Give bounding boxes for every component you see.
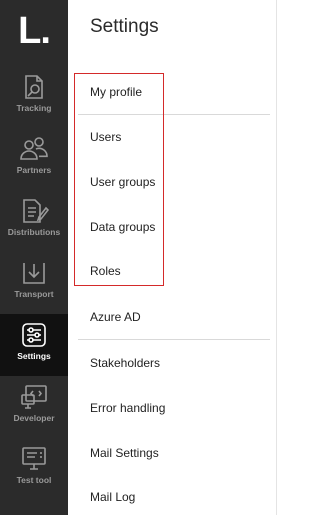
page-title: Settings bbox=[90, 16, 159, 37]
test-tool-icon bbox=[20, 445, 48, 473]
nav-item-transport[interactable]: Transport bbox=[0, 252, 68, 314]
menu-item-error-handling[interactable]: Error handling bbox=[90, 401, 165, 415]
menu-item-my-profile[interactable]: My profile bbox=[90, 85, 142, 99]
menu-item-azure-ad[interactable]: Azure AD bbox=[90, 310, 141, 324]
partners-icon bbox=[19, 135, 49, 163]
app-logo[interactable]: L. bbox=[0, 0, 68, 62]
nav-item-tracking[interactable]: Tracking bbox=[0, 66, 68, 128]
divider bbox=[78, 339, 270, 340]
settings-panel: Settings My profile Users User groups Da… bbox=[68, 0, 277, 515]
menu-item-mail-log[interactable]: Mail Log bbox=[90, 490, 135, 504]
nav-item-partners[interactable]: Partners bbox=[0, 128, 68, 190]
nav-label: Transport bbox=[14, 289, 54, 299]
nav-item-developer[interactable]: Developer bbox=[0, 376, 68, 438]
tracking-icon bbox=[20, 73, 48, 101]
menu-item-data-groups[interactable]: Data groups bbox=[90, 220, 155, 234]
transport-icon bbox=[20, 259, 48, 287]
menu-item-user-groups[interactable]: User groups bbox=[90, 175, 155, 189]
nav-label: Settings bbox=[17, 351, 51, 361]
nav-label: Test tool bbox=[16, 475, 52, 485]
nav-item-settings[interactable]: Settings bbox=[0, 314, 68, 376]
distributions-icon bbox=[19, 197, 49, 225]
nav-label: Partners bbox=[16, 165, 52, 175]
nav-item-distributions[interactable]: Distributions bbox=[0, 190, 68, 252]
navigation-rail: L. Tracking Partners Distributions Trans… bbox=[0, 0, 68, 515]
divider bbox=[78, 114, 270, 115]
menu-item-mail-settings[interactable]: Mail Settings bbox=[90, 446, 159, 460]
nav-label: Tracking bbox=[16, 103, 52, 113]
menu-item-stakeholders[interactable]: Stakeholders bbox=[90, 356, 160, 370]
settings-icon bbox=[20, 321, 48, 349]
developer-icon bbox=[19, 383, 49, 411]
menu-item-users[interactable]: Users bbox=[90, 130, 121, 144]
logo-text: L. bbox=[18, 10, 51, 52]
nav-label: Developer bbox=[13, 413, 55, 423]
menu-item-roles[interactable]: Roles bbox=[90, 264, 121, 278]
nav-item-test-tool[interactable]: Test tool bbox=[0, 438, 68, 500]
nav-label: Distributions bbox=[7, 227, 61, 237]
